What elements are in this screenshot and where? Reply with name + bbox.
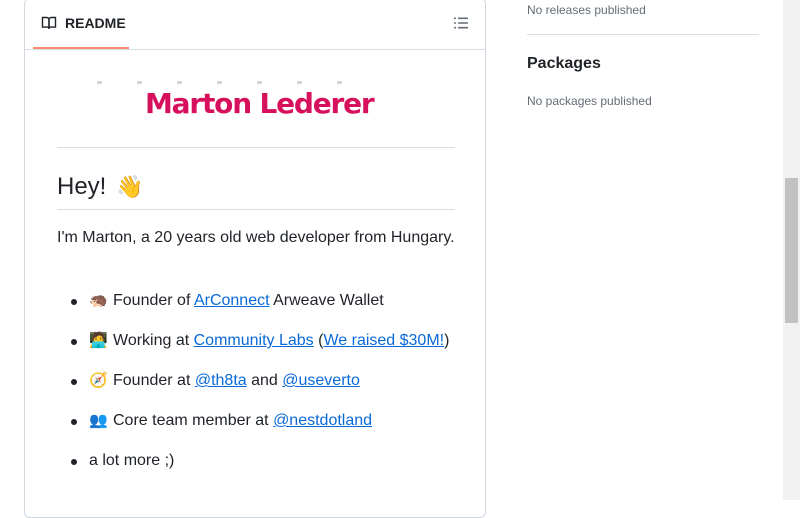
item-text: Working at <box>113 332 194 349</box>
readme-heading: Hey! 👋 <box>57 173 144 201</box>
tab-readme-label: README <box>65 15 126 31</box>
item-text: Founder of <box>113 292 194 309</box>
compass-icon: 🧭 <box>89 372 108 389</box>
item-text: ) <box>444 332 450 349</box>
link-we-raised[interactable]: We raised $30M! <box>323 332 444 349</box>
page-scrollbar[interactable] <box>783 0 800 500</box>
packages-empty-text: No packages published <box>527 94 652 108</box>
item-text: ( <box>313 332 324 349</box>
item-text: a lot more ;) <box>89 452 175 469</box>
divider <box>57 147 455 148</box>
book-icon <box>41 15 57 31</box>
packages-title[interactable]: Packages <box>527 55 601 73</box>
outline-list-icon[interactable] <box>453 15 471 33</box>
sidebar-divider <box>527 34 759 35</box>
logo-decoration <box>97 81 357 85</box>
list-item: 🦔 Founder of ArConnect Arweave Wallet <box>57 289 477 329</box>
heading-text: Hey! <box>57 173 107 200</box>
link-th8ta[interactable]: @th8ta <box>195 372 247 389</box>
hedgehog-icon: 🦔 <box>89 292 108 309</box>
waving-hand-icon: 👋 <box>116 174 144 199</box>
scrollbar-thumb[interactable] <box>785 178 798 323</box>
list-item: 🧑‍💻 Working at Community Labs (We raised … <box>57 329 477 369</box>
divider <box>57 209 455 210</box>
item-text: Core team member at <box>113 412 274 429</box>
link-arconnect[interactable]: ArConnect <box>194 292 270 309</box>
link-useverto[interactable]: @useverto <box>282 372 360 389</box>
technologist-icon: 🧑‍💻 <box>89 332 108 349</box>
list-item: 👥 Core team member at @nestdotland <box>57 409 477 449</box>
link-community-labs[interactable]: Community Labs <box>194 332 314 349</box>
releases-empty-text: No releases published <box>527 3 646 17</box>
link-nestdotland[interactable]: @nestdotland <box>273 412 372 429</box>
bio-list: 🦔 Founder of ArConnect Arweave Wallet 🧑‍💻… <box>57 289 477 489</box>
tab-readme[interactable]: README <box>33 0 129 49</box>
readme-header: README <box>25 0 485 50</box>
logo-name: Marton Lederer <box>145 87 375 120</box>
item-text: Founder at <box>113 372 195 389</box>
people-icon: 👥 <box>89 412 108 429</box>
list-item: 🧭 Founder at @th8ta and @useverto <box>57 369 477 409</box>
item-text: Arweave Wallet <box>269 292 384 309</box>
readme-panel: README Marton Lederer Hey! 👋 I'm Marton,… <box>24 0 486 518</box>
item-text: and <box>246 372 283 389</box>
list-item: a lot more ;) <box>57 449 477 489</box>
intro-paragraph: I'm Marton, a 20 years old web developer… <box>57 229 455 246</box>
